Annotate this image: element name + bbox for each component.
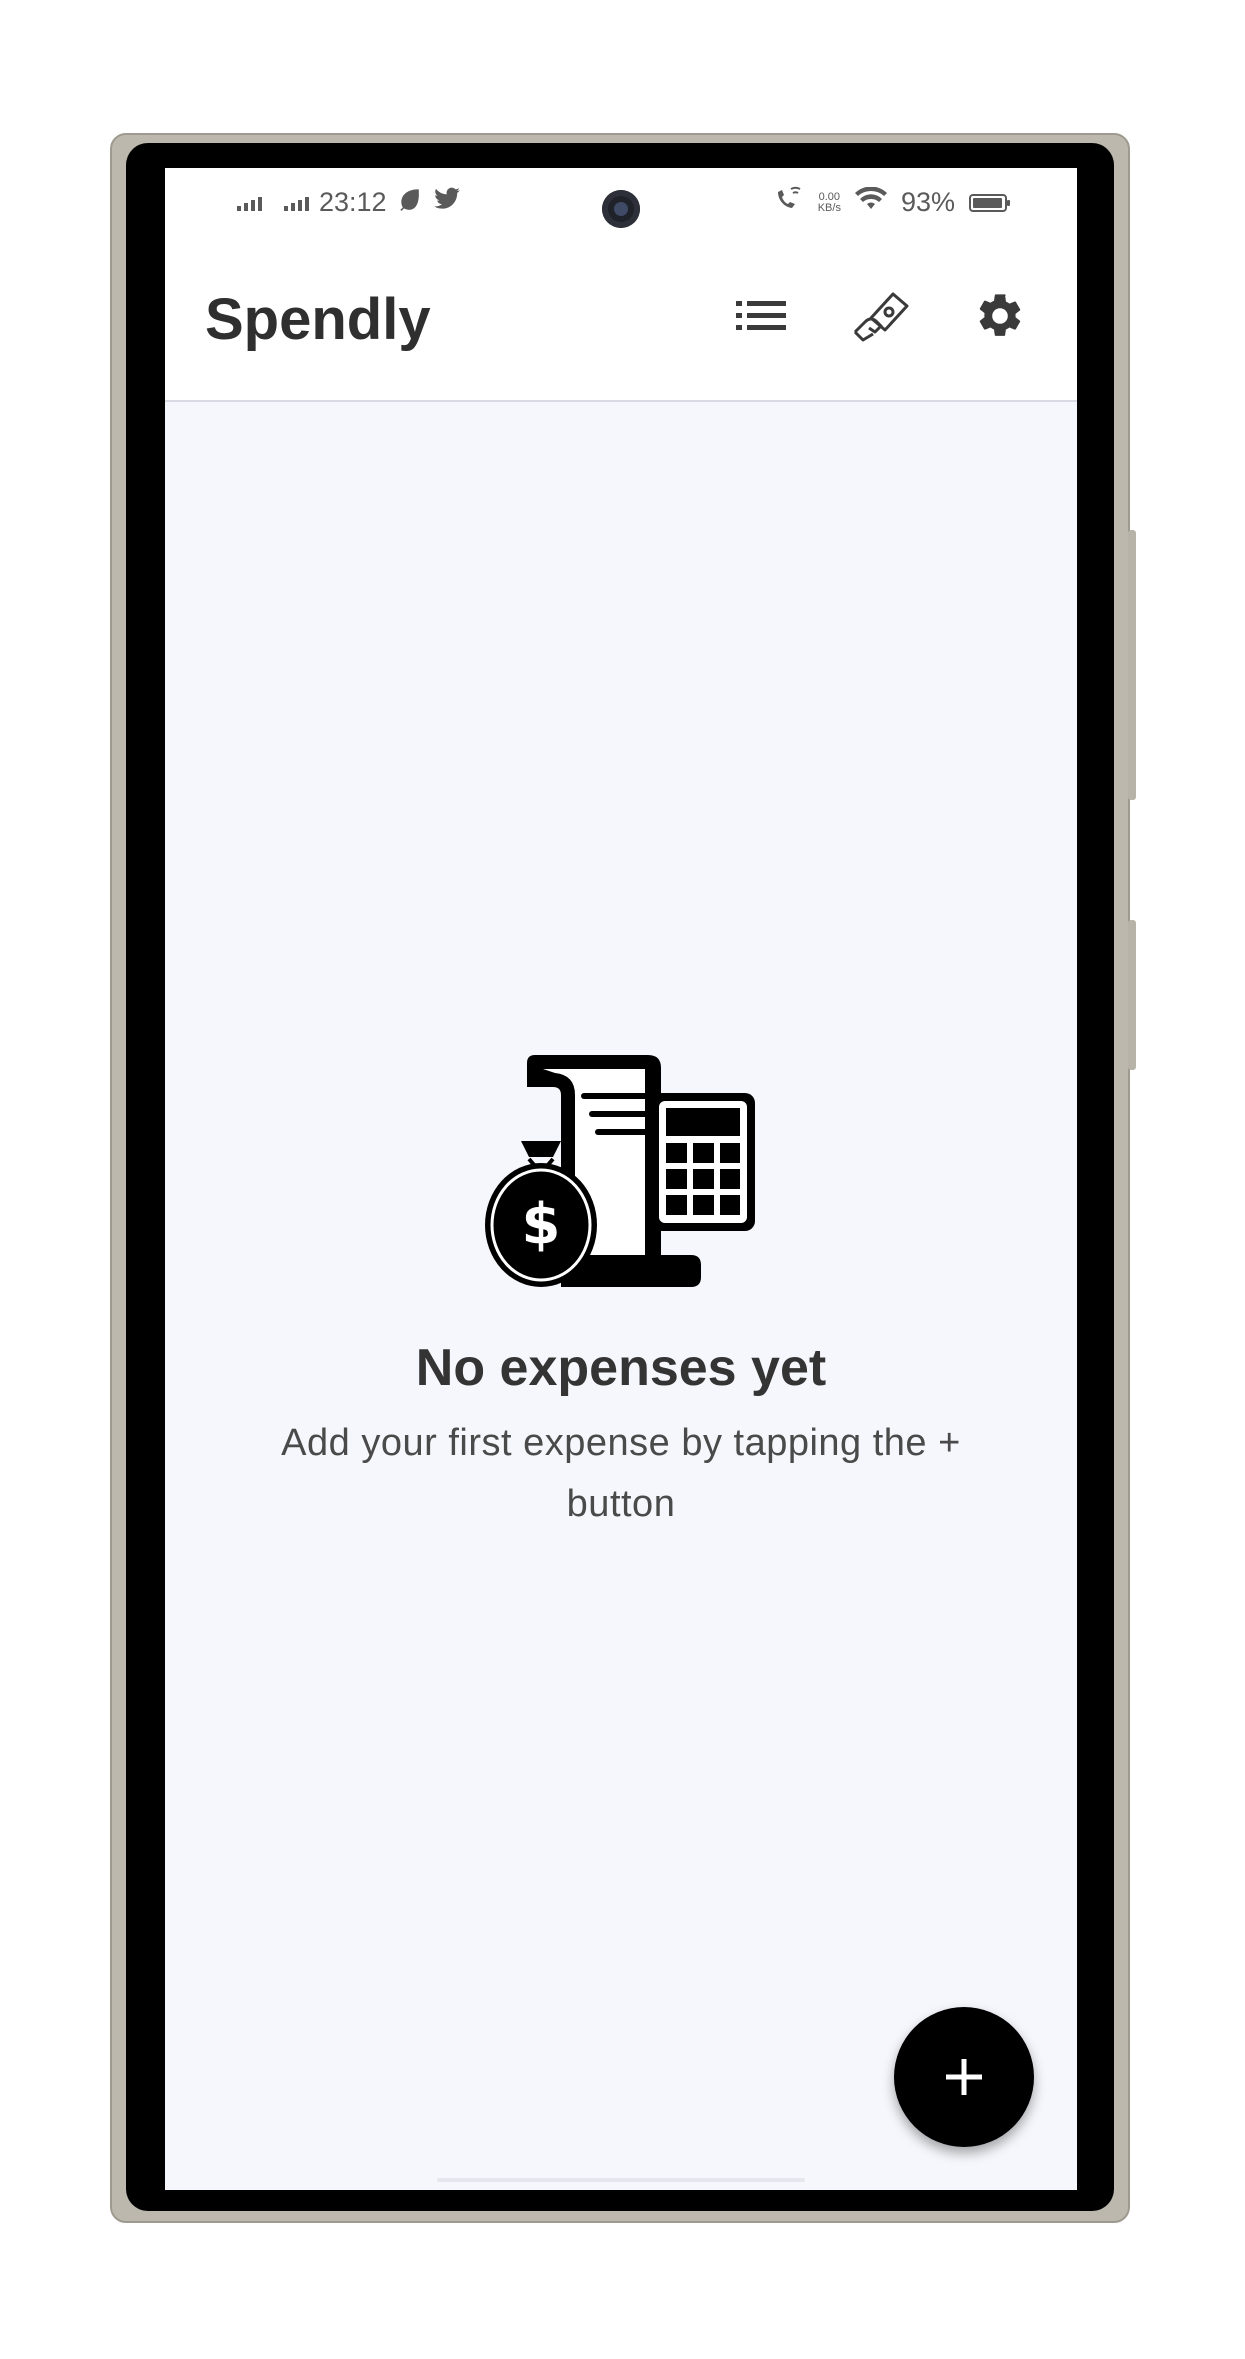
empty-state-title: No expenses yet <box>415 1339 827 1397</box>
wifi-call-icon <box>774 186 804 219</box>
empty-state-subtitle: Add your first expense by tapping the + … <box>281 1422 961 1525</box>
side-button <box>1128 920 1136 1070</box>
list-icon <box>736 301 786 330</box>
data-speed-value: 0.00 <box>818 190 841 203</box>
list-button[interactable] <box>723 278 799 354</box>
money-bag-receipt-calculator-icon: $ <box>485 1055 755 1287</box>
status-bar: 23:12 0.00 KB/s 93% <box>165 168 1077 238</box>
app-title: Spendly <box>205 287 431 352</box>
screen: 23:12 0.00 KB/s 93% Spendly $ No expense… <box>165 168 1077 2190</box>
home-indicator[interactable] <box>437 2178 805 2182</box>
signal-icon <box>237 195 262 211</box>
settings-button[interactable] <box>962 278 1038 354</box>
signal-icon <box>284 195 309 211</box>
battery-icon <box>969 193 1010 212</box>
add-expense-button[interactable] <box>894 2007 1034 2147</box>
status-time: 23:12 <box>319 187 387 217</box>
plus-icon <box>946 2059 982 2095</box>
hand-money-icon <box>853 292 909 342</box>
front-camera <box>602 190 640 228</box>
gear-icon <box>979 294 1021 336</box>
app-bar: Spendly <box>165 238 1077 402</box>
svg-text:$: $ <box>522 1192 561 1257</box>
wifi-icon <box>854 186 887 218</box>
battery-percent: 93% <box>900 187 955 217</box>
data-speed: 0.00 KB/s <box>817 190 841 214</box>
twitter-icon <box>433 187 461 218</box>
payment-button[interactable] <box>843 278 919 354</box>
data-speed-unit: KB/s <box>817 201 841 214</box>
leaf-icon <box>397 186 423 219</box>
side-button <box>1128 530 1136 800</box>
